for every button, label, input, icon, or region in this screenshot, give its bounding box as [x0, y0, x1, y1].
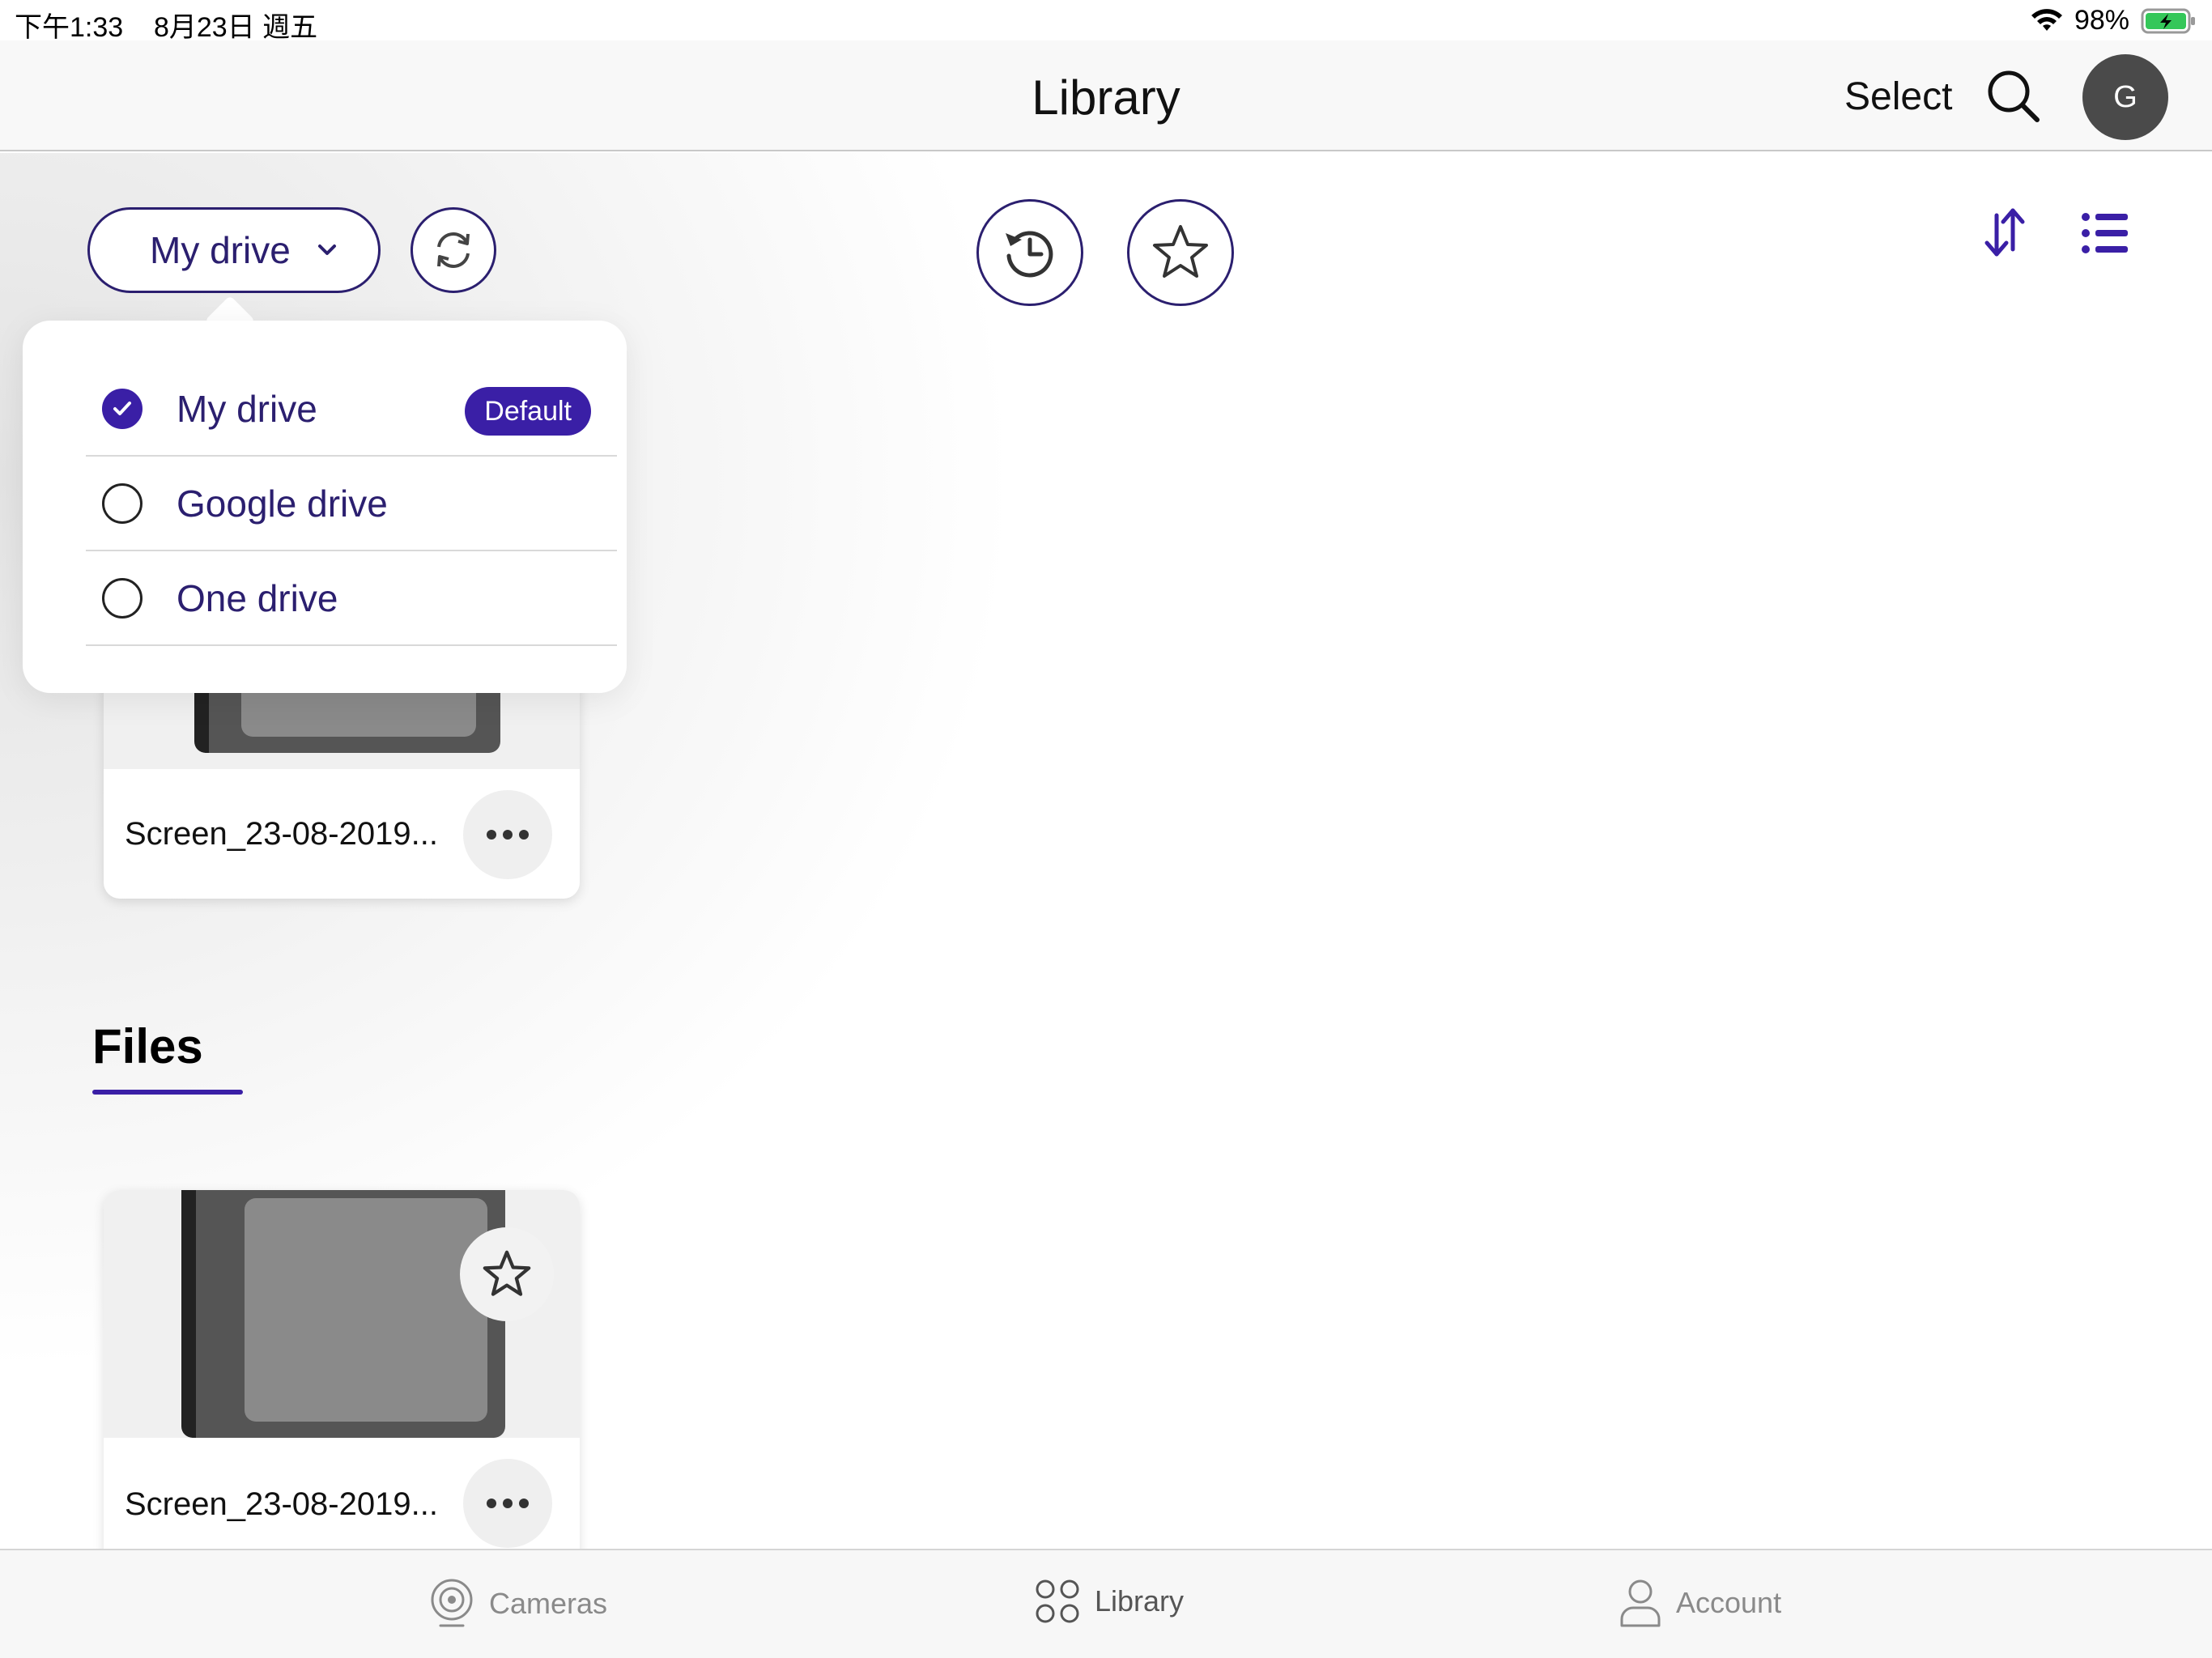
- search-icon: [1988, 70, 2040, 122]
- status-indicators: 98%: [2031, 5, 2197, 36]
- drive-option-my-drive[interactable]: My drive Default: [86, 363, 617, 457]
- tab-label: Account: [1676, 1586, 1782, 1619]
- radio-checked[interactable]: [102, 389, 143, 429]
- list-view-button[interactable]: [2081, 209, 2129, 257]
- drive-option-one-drive[interactable]: One drive: [86, 552, 617, 646]
- sort-icon: [1984, 208, 2025, 257]
- tab-account[interactable]: Account: [1619, 1579, 1781, 1627]
- camera-icon: [431, 1579, 473, 1627]
- file-name: Screen_23-08-2019...: [125, 1486, 438, 1522]
- drive-dropdown-label: My drive: [150, 229, 291, 271]
- file-card[interactable]: Screen_23-08-2019...: [104, 1190, 580, 1571]
- recent-button[interactable]: [976, 199, 1083, 306]
- thumbnail-image: [181, 1190, 505, 1438]
- favorites-button[interactable]: [1127, 199, 1234, 306]
- default-badge: Default: [465, 387, 591, 436]
- recent-file-card[interactable]: Screen_23-08-2019...: [104, 664, 580, 899]
- file-thumbnail: [104, 1190, 580, 1438]
- person-icon: [1620, 1579, 1661, 1627]
- radio-unchecked[interactable]: [102, 578, 143, 619]
- battery-percent: 98%: [2074, 5, 2129, 36]
- more-button[interactable]: [463, 790, 552, 879]
- select-button[interactable]: Select: [1844, 74, 1952, 119]
- radio-unchecked[interactable]: [102, 483, 143, 524]
- grid-icon: [1036, 1579, 1079, 1623]
- more-button[interactable]: [463, 1459, 552, 1548]
- sync-button[interactable]: [410, 207, 496, 293]
- more-icon: [487, 1499, 496, 1508]
- drive-option-label: My drive: [177, 388, 317, 430]
- history-icon: [1006, 231, 1053, 278]
- tab-cameras[interactable]: Cameras: [429, 1579, 607, 1629]
- list-view-icon: [2082, 213, 2128, 253]
- favorite-toggle[interactable]: [460, 1227, 554, 1321]
- status-time-date: 下午1:33 8月23日 週五: [15, 5, 317, 45]
- drive-option-google-drive[interactable]: Google drive: [86, 457, 617, 551]
- drive-option-label: Google drive: [177, 483, 388, 525]
- avatar[interactable]: G: [2082, 54, 2168, 140]
- files-heading: Files: [92, 1019, 203, 1073]
- sync-icon: [437, 232, 470, 268]
- chevron-down-icon: [317, 244, 336, 255]
- drive-menu: My drive Default Google drive One drive: [23, 321, 627, 693]
- wifi-icon: [2031, 8, 2062, 31]
- files-underline: [92, 1090, 243, 1095]
- check-icon: [113, 402, 131, 415]
- star-icon: [1153, 225, 1208, 278]
- sort-button[interactable]: [1980, 204, 2029, 261]
- tab-library[interactable]: Library: [1035, 1579, 1184, 1624]
- search-button[interactable]: [1985, 68, 2042, 125]
- star-icon: [483, 1250, 531, 1296]
- status-date: 8月23日 週五: [153, 12, 318, 43]
- drive-option-label: One drive: [177, 577, 338, 619]
- more-icon: [487, 830, 496, 840]
- drive-dropdown[interactable]: My drive: [87, 207, 381, 293]
- tab-label: Cameras: [489, 1587, 608, 1620]
- battery-icon: [2141, 8, 2195, 33]
- tab-label: Library: [1095, 1584, 1185, 1618]
- file-name: Screen_23-08-2019...: [125, 816, 438, 852]
- status-time: 下午1:33: [15, 12, 124, 43]
